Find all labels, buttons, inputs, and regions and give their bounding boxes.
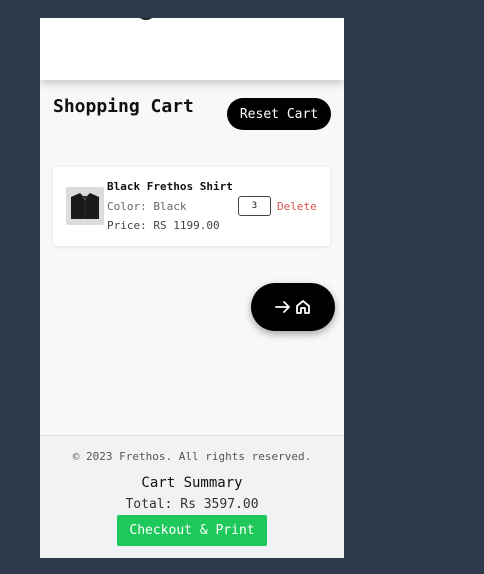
delete-item-button[interactable]: Delete <box>277 200 317 213</box>
copyright-text: © 2023 Frethos. All rights reserved. <box>72 450 312 463</box>
go-home-button[interactable] <box>251 283 335 331</box>
page-title: Shopping Cart <box>53 96 194 117</box>
top-header <box>40 18 344 80</box>
footer: © 2023 Frethos. All rights reserved. Car… <box>40 435 344 558</box>
item-color: Color: Black <box>107 200 187 213</box>
reset-cart-button[interactable]: Reset Cart <box>227 98 331 130</box>
cart-item: Black Frethos Shirt Color: Black Price: … <box>53 167 330 246</box>
arrow-right-icon <box>275 301 290 313</box>
item-price: Price: RS 1199.00 <box>107 219 220 232</box>
header-logo-fragment <box>136 18 156 20</box>
checkout-print-button[interactable]: Checkout & Print <box>117 515 267 546</box>
cart-summary-title: Cart Summary <box>141 475 243 491</box>
product-thumbnail <box>66 187 104 225</box>
quantity-input[interactable] <box>238 196 271 216</box>
shirt-image <box>71 193 99 219</box>
home-icon <box>296 300 310 314</box>
cart-total: Total: Rs 3597.00 <box>125 497 259 512</box>
app-viewport: Shopping Cart Reset Cart Black Frethos S… <box>40 18 344 558</box>
item-name: Black Frethos Shirt <box>107 180 233 193</box>
